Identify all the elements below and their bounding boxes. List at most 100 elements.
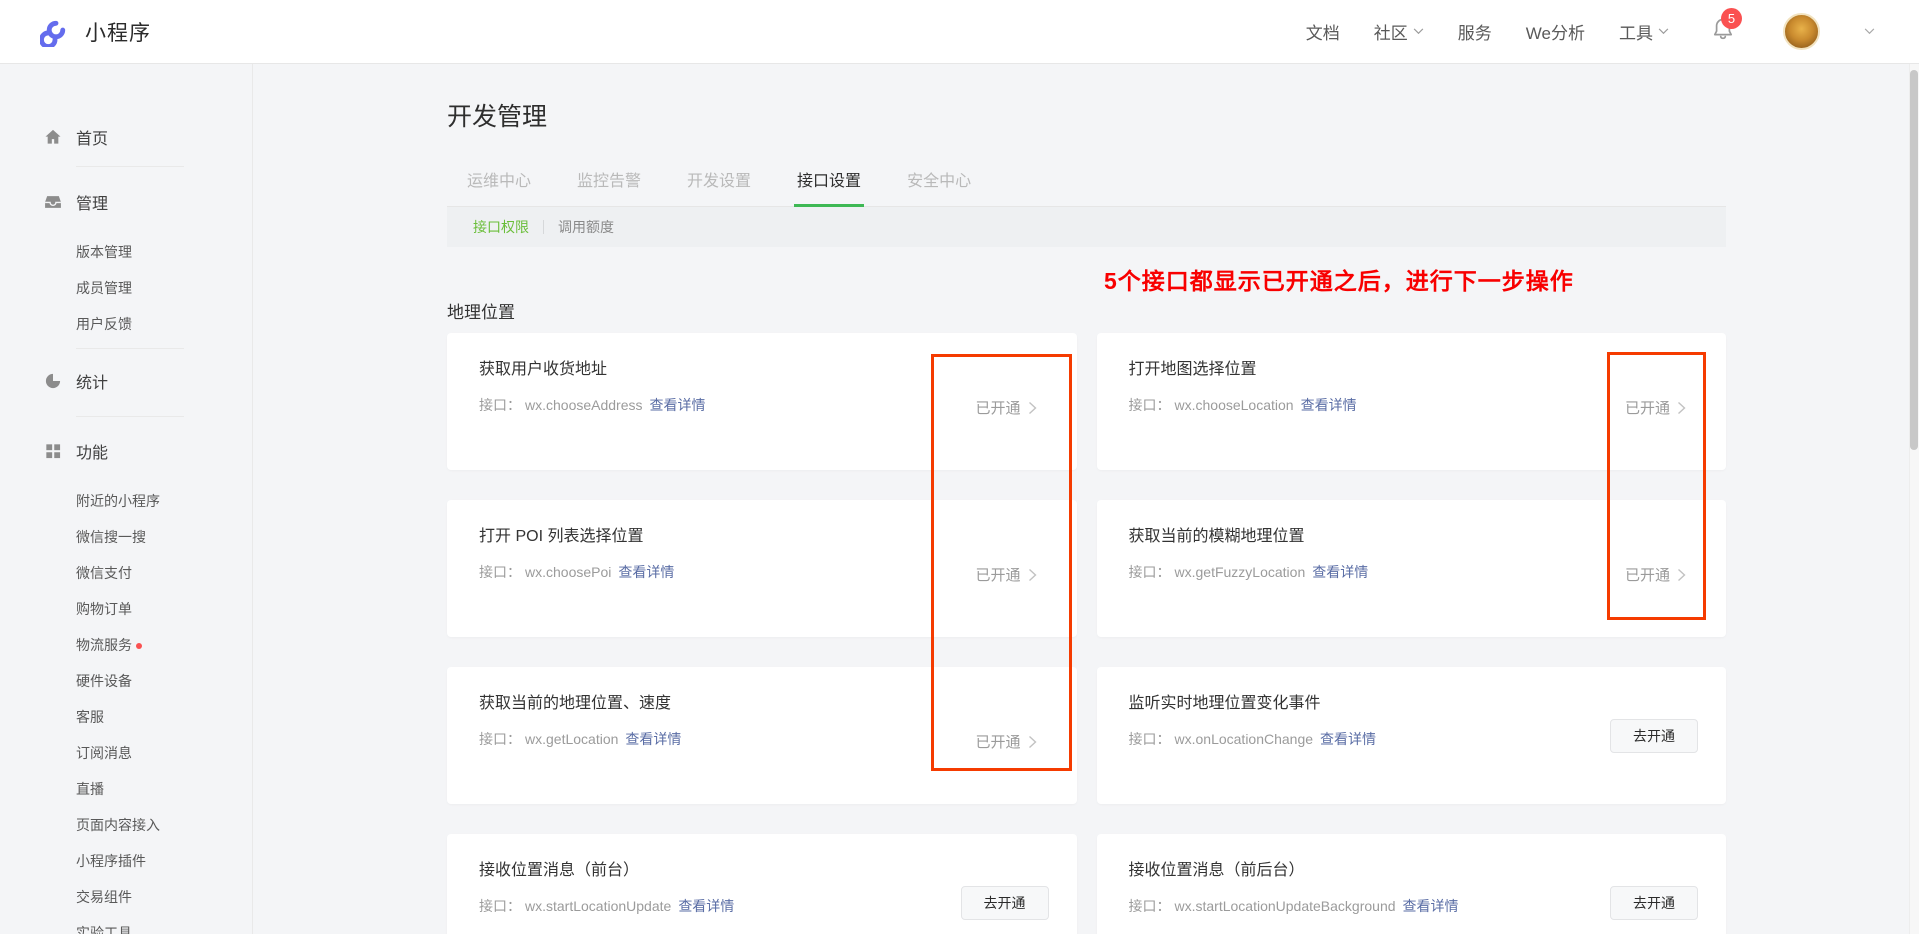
api-name: wx.chooseAddress bbox=[525, 397, 643, 413]
api-label: 接口： bbox=[479, 397, 521, 413]
sidebar-item-home[interactable]: 首页 bbox=[0, 114, 252, 160]
sidebar-item-live[interactable]: 直播 bbox=[0, 771, 252, 807]
status-label: 已开通 bbox=[1625, 397, 1670, 418]
tab-bar: 运维中心 监控告警 开发设置 接口设置 安全中心 bbox=[447, 167, 1726, 207]
view-details-link[interactable]: 查看详情 bbox=[678, 898, 734, 914]
view-details-link[interactable]: 查看详情 bbox=[1312, 564, 1368, 580]
api-card-line: 接口：wx.choosePoi查看详情 bbox=[479, 562, 1045, 583]
tab-api-settings[interactable]: 接口设置 bbox=[794, 167, 864, 208]
view-details-link[interactable]: 查看详情 bbox=[1301, 397, 1357, 413]
api-card-get-location: 获取当前的地理位置、速度 接口：wx.getLocation查看详情 已开通 bbox=[447, 667, 1077, 804]
api-card-get-fuzzy-location: 获取当前的模糊地理位置 接口：wx.getFuzzyLocation查看详情 已… bbox=[1097, 500, 1727, 637]
notification-bell[interactable]: 5 bbox=[1711, 16, 1735, 47]
sidebar: 首页 管理 版本管理 成员管理 用户反馈 统计 功能 附近的小程 bbox=[0, 64, 253, 934]
status-opened[interactable]: 已开通 bbox=[975, 397, 1036, 418]
api-label: 接口： bbox=[479, 898, 521, 914]
api-label: 接口： bbox=[479, 564, 521, 580]
section-title-location: 地理位置 bbox=[447, 298, 515, 323]
pie-chart-icon bbox=[43, 371, 63, 391]
api-card-choose-address: 获取用户收货地址 接口：wx.chooseAddress查看详情 已开通 bbox=[447, 333, 1077, 470]
chevron-down-icon bbox=[1658, 28, 1669, 35]
new-badge-dot bbox=[136, 643, 142, 649]
sidebar-item-hardware[interactable]: 硬件设备 bbox=[0, 663, 252, 699]
sidebar-divider bbox=[76, 166, 184, 167]
chevron-right-icon bbox=[1677, 401, 1686, 415]
view-details-link[interactable]: 查看详情 bbox=[1403, 898, 1459, 914]
nav-community-label: 社区 bbox=[1374, 19, 1408, 44]
view-details-link[interactable]: 查看详情 bbox=[618, 564, 674, 580]
notification-badge: 5 bbox=[1721, 8, 1742, 29]
sidebar-item-label: 微信支付 bbox=[76, 563, 132, 583]
sidebar-item-wechat-search[interactable]: 微信搜一搜 bbox=[0, 519, 252, 555]
view-details-link[interactable]: 查看详情 bbox=[625, 731, 681, 747]
scrollbar-track[interactable] bbox=[1909, 64, 1919, 934]
sidebar-item-member-manage[interactable]: 成员管理 bbox=[0, 270, 252, 306]
sidebar-item-nearby-miniprogram[interactable]: 附近的小程序 bbox=[0, 483, 252, 519]
sidebar-item-wechat-pay[interactable]: 微信支付 bbox=[0, 555, 252, 591]
status-opened[interactable]: 已开通 bbox=[1625, 564, 1686, 585]
sidebar-item-plugins[interactable]: 小程序插件 bbox=[0, 843, 252, 879]
sidebar-divider bbox=[76, 348, 184, 349]
view-details-link[interactable]: 查看详情 bbox=[650, 397, 706, 413]
chevron-down-icon bbox=[1413, 28, 1424, 35]
tab-dev-settings[interactable]: 开发设置 bbox=[684, 167, 754, 206]
status-opened[interactable]: 已开通 bbox=[975, 564, 1036, 585]
sidebar-item-subscribe-message[interactable]: 订阅消息 bbox=[0, 735, 252, 771]
sidebar-item-label: 订阅消息 bbox=[76, 743, 132, 763]
user-avatar[interactable] bbox=[1783, 13, 1820, 50]
app-logo[interactable]: 小程序 bbox=[40, 16, 151, 47]
tab-operations-center[interactable]: 运维中心 bbox=[464, 167, 534, 206]
scrollbar-thumb[interactable] bbox=[1910, 70, 1918, 450]
sidebar-item-label: 成员管理 bbox=[76, 278, 132, 298]
sidebar-item-manage[interactable]: 管理 bbox=[0, 179, 252, 225]
api-card-title: 接收位置消息（前后台） bbox=[1129, 860, 1695, 882]
activate-button[interactable]: 去开通 bbox=[1610, 886, 1698, 920]
tray-icon bbox=[43, 192, 63, 212]
subtab-api-permissions[interactable]: 接口权限 bbox=[459, 217, 543, 237]
activate-button[interactable]: 去开通 bbox=[961, 886, 1049, 920]
sidebar-item-logistics[interactable]: 物流服务 bbox=[0, 627, 252, 663]
api-card-title: 打开 POI 列表选择位置 bbox=[479, 526, 1045, 548]
nav-community[interactable]: 社区 bbox=[1374, 19, 1424, 44]
nav-tools[interactable]: 工具 bbox=[1619, 19, 1669, 44]
sidebar-item-label: 物流服务 bbox=[76, 635, 132, 655]
api-name: wx.onLocationChange bbox=[1175, 731, 1314, 747]
topbar: 小程序 文档 社区 服务 We分析 工具 5 bbox=[0, 0, 1919, 64]
status-opened[interactable]: 已开通 bbox=[1625, 397, 1686, 418]
subtab-call-quota[interactable]: 调用额度 bbox=[544, 217, 628, 237]
api-card-choose-location: 打开地图选择位置 接口：wx.chooseLocation查看详情 已开通 bbox=[1097, 333, 1727, 470]
api-label: 接口： bbox=[1129, 564, 1171, 580]
api-card-line: 接口：wx.chooseAddress 查看详情 bbox=[479, 395, 1045, 416]
sidebar-item-page-content[interactable]: 页面内容接入 bbox=[0, 807, 252, 843]
sidebar-item-label: 附近的小程序 bbox=[76, 491, 160, 511]
nav-tools-label: 工具 bbox=[1619, 19, 1653, 44]
nav-services[interactable]: 服务 bbox=[1458, 19, 1492, 44]
subtab-bar: 接口权限 调用额度 bbox=[447, 207, 1726, 247]
nav-we-analytics-label: We分析 bbox=[1526, 19, 1585, 44]
sidebar-item-user-feedback[interactable]: 用户反馈 bbox=[0, 306, 252, 342]
api-name: wx.getFuzzyLocation bbox=[1175, 564, 1306, 580]
status-label: 已开通 bbox=[975, 564, 1020, 585]
sidebar-item-version-manage[interactable]: 版本管理 bbox=[0, 234, 252, 270]
sidebar-item-statistics[interactable]: 统计 bbox=[0, 358, 252, 404]
activate-button[interactable]: 去开通 bbox=[1610, 719, 1698, 753]
api-card-on-location-change: 监听实时地理位置变化事件 接口：wx.onLocationChange查看详情 … bbox=[1097, 667, 1727, 804]
app-title: 小程序 bbox=[85, 17, 151, 47]
sidebar-item-customer-service[interactable]: 客服 bbox=[0, 699, 252, 735]
status-opened[interactable]: 已开通 bbox=[975, 731, 1036, 752]
sidebar-item-label: 管理 bbox=[76, 190, 108, 214]
account-chevron-down-icon[interactable] bbox=[1864, 28, 1875, 35]
sidebar-item-trade-components[interactable]: 交易组件 bbox=[0, 879, 252, 915]
nav-we-analytics[interactable]: We分析 bbox=[1526, 19, 1585, 44]
api-card-title: 接收位置消息（前台） bbox=[479, 860, 1045, 882]
sidebar-item-label: 小程序插件 bbox=[76, 851, 146, 871]
tab-monitor-alerts[interactable]: 监控告警 bbox=[574, 167, 644, 206]
sidebar-item-shopping-orders[interactable]: 购物订单 bbox=[0, 591, 252, 627]
sidebar-item-features[interactable]: 功能 bbox=[0, 428, 252, 474]
home-icon bbox=[43, 127, 63, 147]
api-name: wx.startLocationUpdateBackground bbox=[1175, 898, 1396, 914]
tab-security-center[interactable]: 安全中心 bbox=[904, 167, 974, 206]
nav-docs[interactable]: 文档 bbox=[1306, 19, 1340, 44]
view-details-link[interactable]: 查看详情 bbox=[1320, 731, 1376, 747]
sidebar-item-lab-tools[interactable]: 实验工具 bbox=[0, 915, 252, 934]
